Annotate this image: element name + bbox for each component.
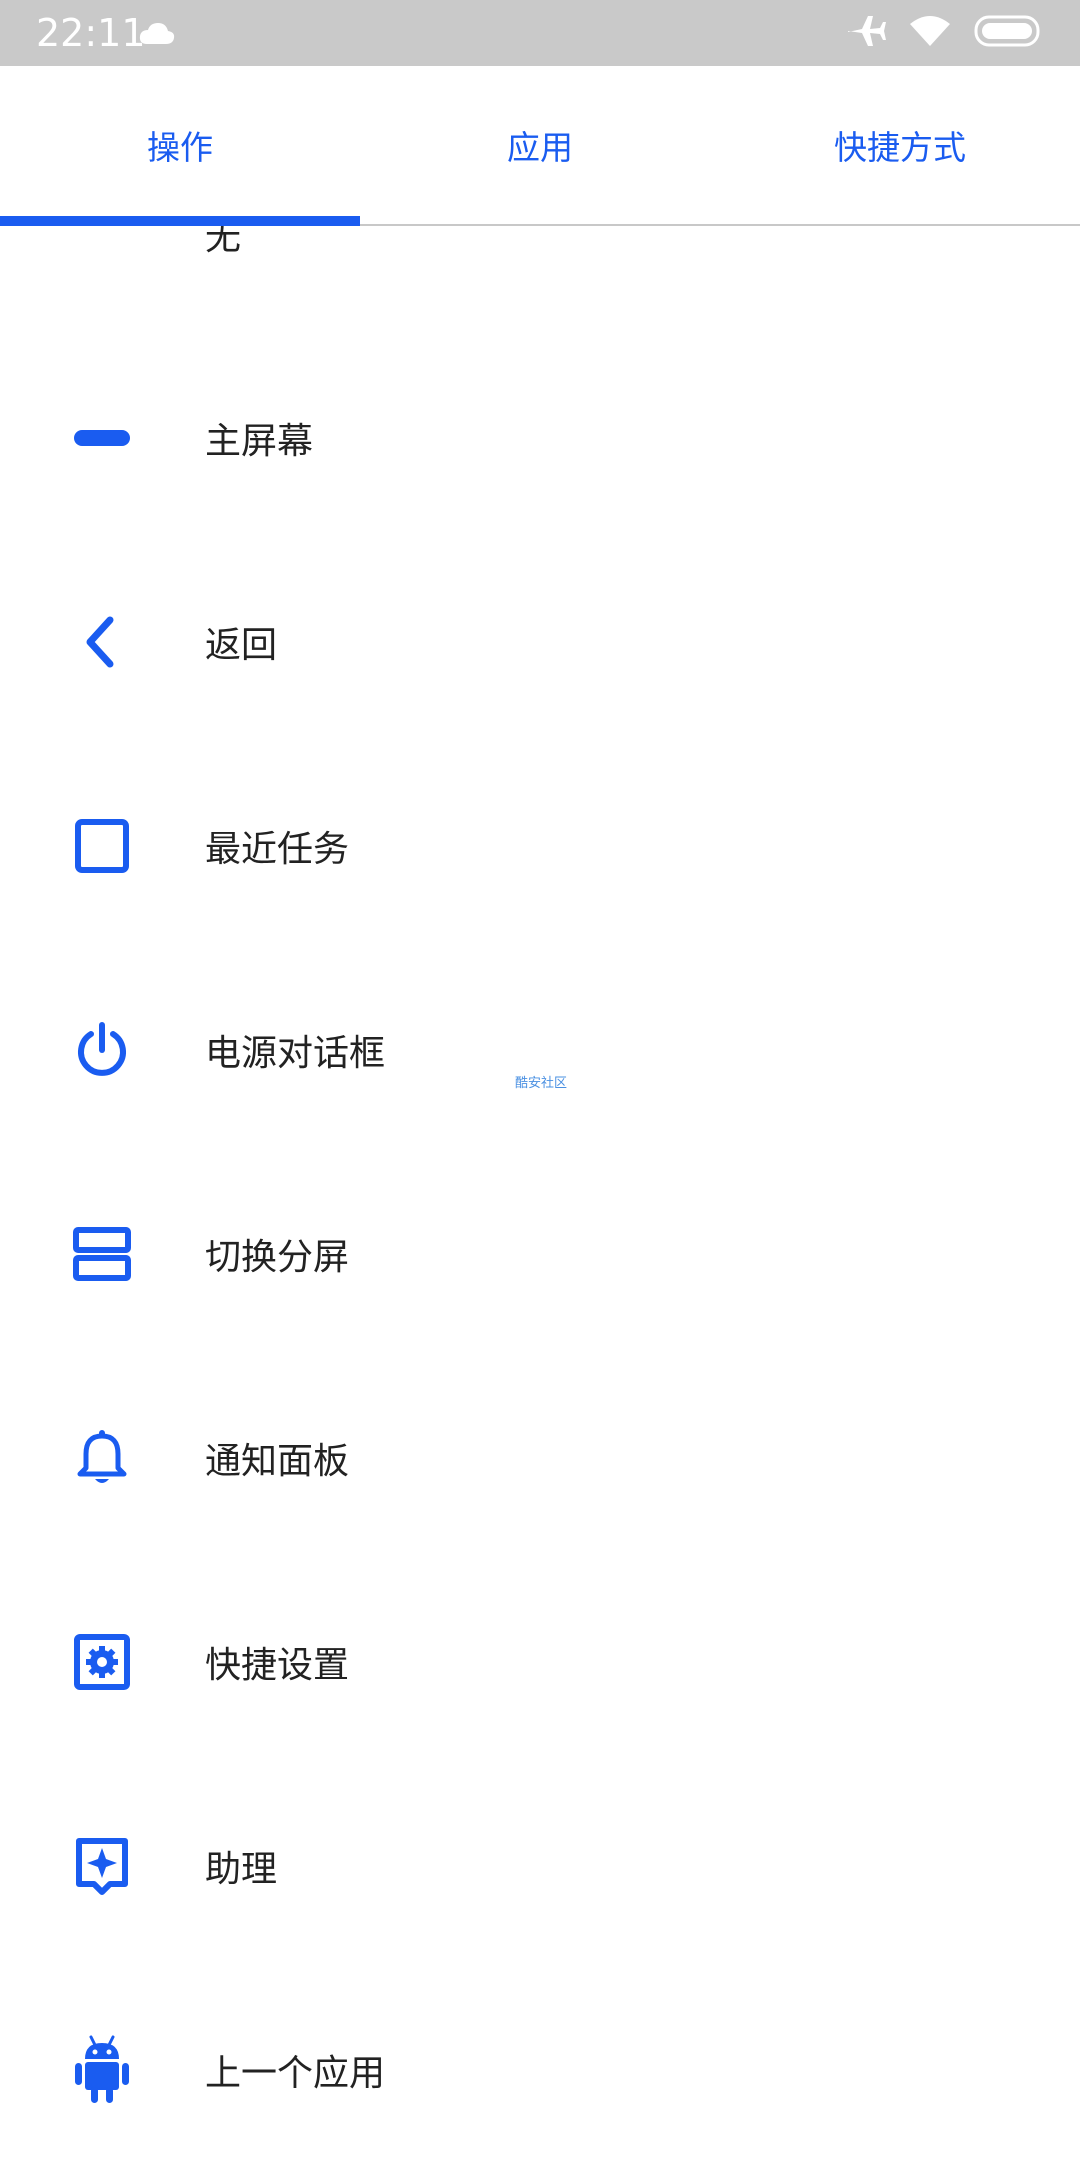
android-icon [72,2035,132,2103]
split-screen-icon [72,1224,132,1284]
settings-gear-icon [72,1632,132,1692]
watermark: 酷安社区 [515,1076,568,1091]
battery-icon [974,14,1044,52]
status-time: 22:11 [36,11,146,55]
list-item-label: 快捷设置 [205,1645,350,1686]
status-bar: 22:11 [0,0,1080,66]
tab-label: 快捷方式 [834,128,966,167]
list-item-back[interactable]: 返回 [0,540,1080,744]
recents-square-icon [72,816,132,876]
bell-icon [72,1428,132,1488]
tab-bar: 操作 应用 快捷方式 [0,66,1080,226]
tab-actions[interactable]: 操作 [0,66,360,226]
list-item-label: 主屏幕 [205,421,314,462]
list-item-split-screen[interactable]: 切换分屏 [0,1152,1080,1356]
status-icons [846,14,1044,52]
cloud-notification-icon [138,20,176,50]
list-item-label: 返回 [205,625,278,666]
list-item-label: 电源对话框 [205,1033,386,1074]
list-item-recents[interactable]: 最近任务 [0,744,1080,948]
power-icon [72,1020,132,1080]
list-item-last-app[interactable]: 上一个应用 [0,1968,1080,2160]
home-pill-icon [72,408,132,468]
list-item-label: 助理 [205,1849,278,1890]
list-item-label: 最近任务 [205,829,350,870]
list-item-quick-settings[interactable]: 快捷设置 [0,1560,1080,1764]
list-item-none[interactable]: 无 [0,226,1080,336]
list-item-power[interactable]: 电源对话框 [0,948,1080,1152]
action-list[interactable]: 无 主屏幕 返回 最近任务 电源对话框 切换分屏 通知面板 快捷设置 助理 上一… [0,226,1080,2160]
tab-indicator [0,216,360,226]
tab-shortcuts[interactable]: 快捷方式 [720,66,1080,224]
tab-label: 操作 [147,128,213,167]
list-item-label: 切换分屏 [205,1237,350,1278]
list-item-label: 上一个应用 [205,2053,386,2094]
assistant-icon [72,1836,132,1896]
airplane-mode-icon [846,14,886,52]
list-item-home[interactable]: 主屏幕 [0,336,1080,540]
list-item-assistant[interactable]: 助理 [0,1764,1080,1968]
list-item-label: 无 [205,226,242,258]
tab-label: 应用 [507,128,573,167]
list-item-notifications[interactable]: 通知面板 [0,1356,1080,1560]
back-chevron-icon [72,612,132,672]
wifi-icon [908,14,952,52]
list-item-label: 通知面板 [205,1441,350,1482]
tab-apps[interactable]: 应用 [360,66,720,224]
